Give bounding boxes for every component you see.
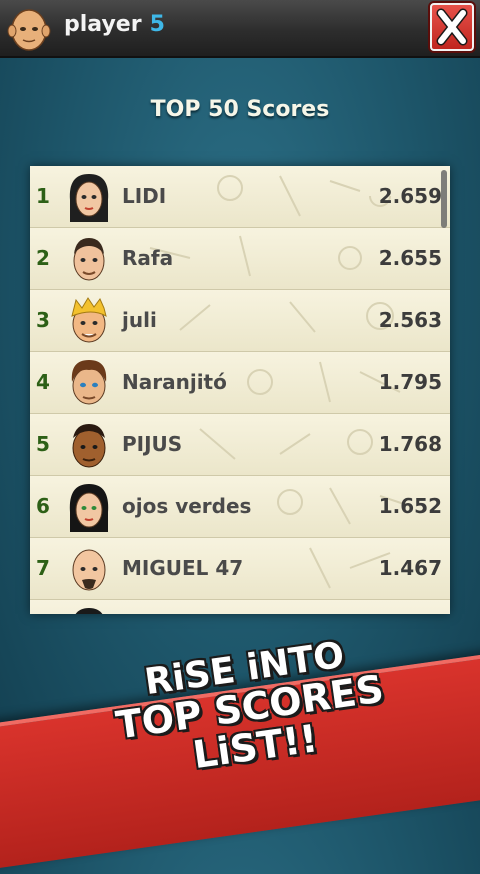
player-name-cell: PIJUS [122, 432, 183, 456]
rank-number: 1 [36, 184, 50, 208]
score-value: 1.652 [378, 494, 442, 518]
partial-avatar-icon [75, 608, 103, 614]
score-list[interactable]: 1 LIDI 2.659 2 Rafa 2.655 3 juli 2.563 4… [30, 166, 450, 614]
rank-number: 6 [36, 494, 50, 518]
player-name-cell: ojos verdes [122, 494, 252, 518]
score-row[interactable]: 5 PIJUS 1.768 [30, 414, 450, 476]
player-name-cell: LIDI [122, 184, 167, 208]
player-name-cell: Naranjitó [122, 370, 227, 394]
score-row[interactable]: 4 Naranjitó 1.795 [30, 352, 450, 414]
score-value: 2.655 [378, 246, 442, 270]
score-value: 2.563 [378, 308, 442, 332]
man-bald-goatee-icon [72, 549, 106, 591]
score-row[interactable]: 1 LIDI 2.659 [30, 166, 450, 228]
score-row-partial[interactable] [30, 600, 450, 614]
score-row[interactable]: 3 juli 2.563 [30, 290, 450, 352]
close-button[interactable] [430, 3, 474, 51]
player-avatar-icon [7, 9, 51, 51]
score-value: 1.768 [378, 432, 442, 456]
rank-number: 4 [36, 370, 50, 394]
rank-number: 2 [36, 246, 50, 270]
rank-number: 7 [36, 556, 50, 580]
man-blond-hair-icon [71, 297, 107, 343]
top-bar: player 5 [0, 0, 480, 58]
close-icon [436, 8, 468, 46]
score-row[interactable]: 7 MIGUEL 47 1.467 [30, 538, 450, 600]
score-value: 1.467 [378, 556, 442, 580]
player-name-cell: juli [122, 308, 157, 332]
score-row[interactable]: 6 ojos verdes 1.652 [30, 476, 450, 538]
page-title: TOP 50 Scores [150, 97, 330, 122]
player-name-cell: Rafa [122, 246, 174, 270]
man-brown-hair-icon [71, 360, 107, 405]
player-label: player [64, 12, 142, 37]
score-row[interactable]: 2 Rafa 2.655 [30, 228, 450, 290]
man-dark-skin-icon [72, 424, 106, 468]
score-value: 2.659 [378, 184, 442, 208]
score-value: 1.795 [378, 370, 442, 394]
player-number: 5 [149, 12, 165, 37]
woman-black-hair-icon [69, 484, 109, 532]
list-scrollbar[interactable] [441, 170, 447, 228]
rank-number: 3 [36, 308, 50, 332]
woman-dark-hair-icon [69, 174, 109, 222]
player-name-cell: MIGUEL 47 [122, 556, 244, 580]
rank-number: 5 [36, 432, 50, 456]
man-short-hair-icon [73, 238, 105, 281]
player-name: player 5 [64, 12, 165, 37]
